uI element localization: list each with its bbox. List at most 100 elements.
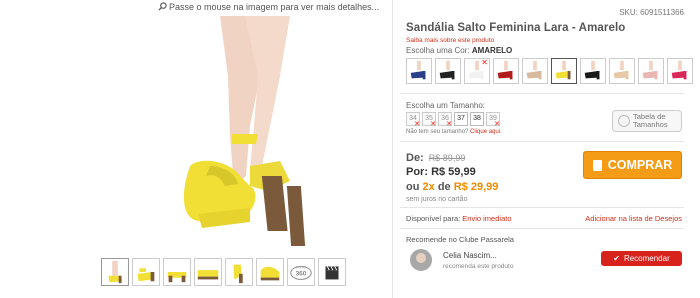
recommend-button-label: Recomendar — [623, 254, 670, 263]
divider — [400, 141, 684, 142]
old-price-value: R$ 89,99 — [428, 153, 466, 163]
check-icon: ✔ — [613, 254, 620, 263]
installment-price: ou 2x de R$ 29,99 — [406, 181, 498, 193]
thumbnail-360[interactable]: FOTO 360 — [287, 258, 315, 286]
current-price-value: R$ 59,99 — [431, 166, 476, 178]
shoe-swatch-icon — [410, 60, 426, 80]
zoom-hint: Passe o mouse na imagem para ver mais de… — [158, 2, 379, 12]
size-table-label: Tabela de Tamanhos — [633, 113, 668, 129]
size-option-35[interactable]: 35 ✕ — [422, 112, 436, 128]
installment-prefix: ou — [406, 181, 420, 193]
selected-color: AMARELO — [471, 46, 513, 55]
shoe-swatch-icon — [671, 60, 687, 80]
size-label: Escolha um Tamanho: — [406, 101, 486, 110]
shoe-thumbnail-icon — [108, 260, 123, 284]
more-info-link[interactable]: Saiba mais sobre este produto — [406, 37, 494, 44]
color-swatch-preto[interactable] — [435, 58, 461, 84]
shoe-swatch-icon — [584, 60, 600, 80]
installment-count: 2x — [422, 181, 435, 193]
add-to-wishlist-link[interactable]: Adicionar na lista de Desejos — [585, 214, 682, 223]
divider — [400, 228, 684, 229]
installment-value: R$ 29,99 — [453, 181, 499, 193]
thumbnail-video[interactable] — [318, 258, 346, 286]
unavailable-icon: ✕ — [494, 121, 500, 128]
color-swatch-bege[interactable] — [609, 58, 635, 84]
shoe-swatch-icon — [439, 60, 455, 80]
size-option-34[interactable]: 34 ✕ — [406, 112, 420, 128]
measure-icon — [618, 115, 630, 127]
divider — [400, 93, 684, 94]
thumbnail-5[interactable] — [225, 258, 253, 286]
unavailable-icon: ✕ — [414, 121, 420, 128]
color-swatch-azul[interactable] — [406, 58, 432, 84]
availability: Disponível para: Envio imediato — [406, 214, 512, 223]
divider — [400, 207, 684, 208]
current-price-label: Por: — [406, 166, 428, 178]
thumbnail-2[interactable] — [132, 258, 160, 286]
product-sku: SKU: 6091511366 — [619, 8, 684, 17]
no-size-link[interactable]: Clique aqui. — [470, 129, 502, 135]
clapperboard-icon — [325, 266, 339, 280]
avatar — [410, 249, 432, 271]
product-main-image[interactable] — [150, 16, 350, 246]
color-label: Escolha uma Cor: AMARELO — [406, 46, 512, 55]
availability-label: Disponível para: — [406, 214, 461, 223]
no-size-text: Não tem seu tamanho? — [406, 129, 469, 135]
old-price: De: R$ 89,99 — [406, 152, 465, 164]
shoe-thumbnail-icon — [233, 264, 243, 284]
color-swatch-amarelo[interactable] — [551, 58, 577, 84]
buy-button-label: COMPRAR — [607, 158, 673, 172]
buy-button[interactable]: COMPRAR — [583, 151, 682, 179]
shoe-thumbnail-icon — [137, 268, 155, 282]
unavailable-icon: ✕ — [481, 58, 488, 67]
svg-text:360: 360 — [296, 271, 307, 278]
shoe-swatch-icon — [526, 60, 542, 80]
color-swatch-rosa[interactable] — [638, 58, 664, 84]
size-option-37[interactable]: 37 — [454, 112, 468, 126]
shoe-swatch-icon — [613, 60, 629, 80]
zoom-hint-text: Passe o mouse na imagem para ver mais de… — [169, 2, 380, 12]
shoe-thumbnail-icon — [260, 266, 280, 281]
shoe-swatch-icon — [642, 60, 658, 80]
thumbnail-4[interactable] — [194, 258, 222, 286]
color-swatch-nude[interactable] — [522, 58, 548, 84]
size-value: 37 — [457, 115, 465, 122]
size-table-button[interactable]: Tabela de Tamanhos — [612, 110, 682, 132]
size-option-38[interactable]: 38 — [470, 112, 484, 126]
size-table-label-line2: Tamanhos — [633, 120, 668, 129]
recommend-button[interactable]: ✔ Recomendar — [601, 251, 682, 266]
thumbnail-1[interactable] — [101, 258, 129, 286]
size-option-39[interactable]: 39 ✕ — [486, 112, 500, 128]
recommender-subtitle: recomenda este produto — [443, 263, 514, 270]
color-swatch-preto-verniz[interactable] — [580, 58, 606, 84]
product-title: Sandália Salto Feminina Lara - Amarelo — [406, 22, 626, 34]
recommend-label: Recomende no Clube Passarela — [406, 235, 514, 244]
installment-de: de — [437, 181, 451, 193]
interest-note: sem juros no cartão — [406, 196, 468, 203]
size-value: 38 — [473, 115, 481, 122]
color-label-text: Escolha uma Cor: — [406, 46, 470, 55]
recommender-name[interactable]: Celia Nascim... — [443, 251, 497, 260]
size-option-36[interactable]: 36 ✕ — [438, 112, 452, 128]
availability-value: Envio imediato — [462, 214, 512, 223]
unavailable-icon: ✕ — [430, 121, 436, 128]
panel-divider — [392, 0, 393, 298]
color-swatches: ✕ — [406, 58, 693, 84]
color-swatch-pink[interactable] — [667, 58, 693, 84]
no-size-help: Não tem seu tamanho? Clique aqui. — [406, 129, 502, 135]
thumbnail-3[interactable] — [163, 258, 191, 286]
shopping-bag-icon — [592, 159, 602, 171]
shoe-swatch-icon — [497, 60, 513, 80]
rotate-360-icon: FOTO 360 — [290, 265, 312, 280]
unavailable-icon: ✕ — [446, 121, 452, 128]
old-price-label: De: — [406, 152, 424, 164]
current-price: Por: R$ 59,99 — [406, 166, 476, 178]
thumbnail-6[interactable] — [256, 258, 284, 286]
size-options: 34 ✕ 35 ✕ 36 ✕ 37 38 39 ✕ — [406, 112, 500, 128]
shoe-thumbnail-icon — [197, 270, 219, 280]
thumbnail-strip: FOTO 360 — [101, 258, 346, 286]
color-swatch-vermelho[interactable] — [493, 58, 519, 84]
magnifier-icon — [158, 2, 167, 11]
color-swatch-branco[interactable]: ✕ — [464, 58, 490, 84]
shoe-swatch-icon — [555, 60, 571, 80]
